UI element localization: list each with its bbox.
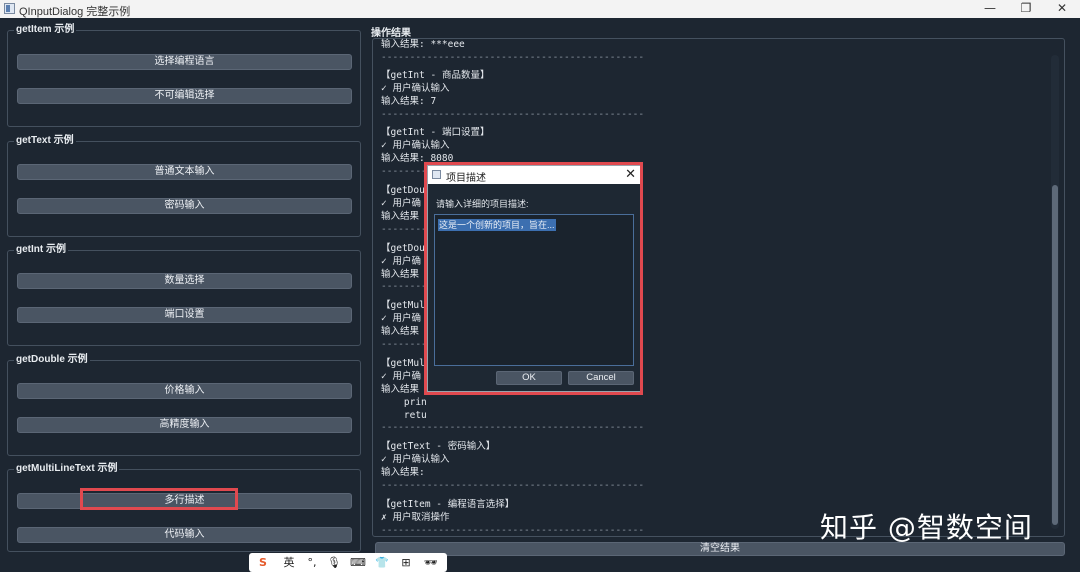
password-input-button[interactable]: 密码输入 (17, 198, 352, 214)
port-setting-button[interactable]: 端口设置 (17, 307, 352, 323)
log-line: 输入结果: (381, 467, 425, 479)
group-getdouble: getDouble 示例 价格输入 高精度输入 (7, 353, 361, 456)
toolbox-icon[interactable]: ⊞ (397, 555, 415, 570)
ime-toolbar: S 英 °, 🎙 ⌨ 👕 ⊞ 🕶 (249, 553, 447, 572)
watermark: 知乎 @智数空间 (820, 511, 1033, 544)
plain-text-input-button[interactable]: 普通文本输入 (17, 164, 352, 180)
results-title: 操作结果 (371, 28, 411, 39)
quantity-select-button[interactable]: 数量选择 (17, 273, 352, 289)
select-language-button[interactable]: 选择编程语言 (17, 54, 352, 70)
log-line: 【getInt - 端口设置】 (381, 127, 490, 139)
log-separator: ----------------------------------------… (381, 422, 645, 434)
group-gettext: getText 示例 普通文本输入 密码输入 (7, 134, 361, 237)
log-line: ✓ 用户确认输入 (381, 140, 450, 152)
log-line: 输入结果: 7 (381, 95, 437, 107)
window-title: QInputDialog 完整示例 (19, 6, 131, 18)
close-button[interactable]: ✕ (1044, 0, 1080, 18)
log-entry: 【getInt - 商品数量】 ✓ 用户确认输入 输入结果: 7 ----------… (381, 64, 1041, 122)
log-line: 【getInt - 商品数量】 (381, 69, 490, 81)
group-getint: getInt 示例 数量选择 端口设置 (7, 243, 361, 346)
log-line: ✓ 用户确认输入 (381, 454, 450, 466)
microphone-icon[interactable]: 🎙 (325, 555, 343, 570)
log-entry: 【getText - 密码输入】 ✓ 用户确认输入 输入结果: -----------… (381, 435, 1041, 493)
results-scrollbar-thumb[interactable] (1052, 185, 1058, 525)
group-title: getDouble 示例 (14, 353, 90, 367)
keyboard-icon[interactable]: ⌨ (349, 555, 367, 570)
group-getmultilinetext: getMultiLineText 示例 多行描述 代码输入 (7, 462, 361, 552)
group-title: getItem 示例 (14, 23, 77, 37)
language-toggle[interactable]: 英 (279, 555, 299, 570)
log-line: 【getText - 密码输入】 (381, 441, 496, 453)
minimize-button[interactable]: — (972, 0, 1008, 18)
log-separator: ----------------------------------------… (381, 108, 645, 120)
group-title: getText 示例 (14, 134, 76, 148)
window-titlebar: QInputDialog 完整示例 — ❐ ✕ (0, 0, 1080, 18)
price-input-button[interactable]: 价格输入 (17, 383, 352, 399)
highlight-box-dialog (424, 162, 643, 395)
code-input-button[interactable]: 代码输入 (17, 527, 352, 543)
log-separator: ----------------------------------------… (381, 51, 645, 63)
highlight-box-button (80, 488, 238, 510)
log-separator: ----------------------------------------… (381, 480, 645, 492)
group-title: getMultiLineText 示例 (14, 462, 120, 476)
log-line: ✓ 用户确认输入 (381, 82, 450, 94)
restore-button[interactable]: ❐ (1008, 0, 1044, 18)
log-line: 输入结果: ***eee (381, 39, 465, 50)
high-precision-input-button[interactable]: 高精度输入 (17, 417, 352, 433)
app-icon (4, 3, 15, 14)
punctuation-icon[interactable]: °, (303, 555, 321, 570)
skin-icon[interactable]: 👕 (373, 555, 391, 570)
sogou-logo-icon[interactable]: S (253, 555, 273, 570)
group-title: getInt 示例 (14, 243, 68, 257)
log-line: prin (381, 396, 427, 408)
log-line: retu (381, 409, 427, 421)
group-getitem: getItem 示例 选择编程语言 不可编辑选择 (7, 23, 361, 127)
non-editable-select-button[interactable]: 不可编辑选择 (17, 88, 352, 104)
mascot-icon[interactable]: 🕶 (421, 555, 441, 570)
